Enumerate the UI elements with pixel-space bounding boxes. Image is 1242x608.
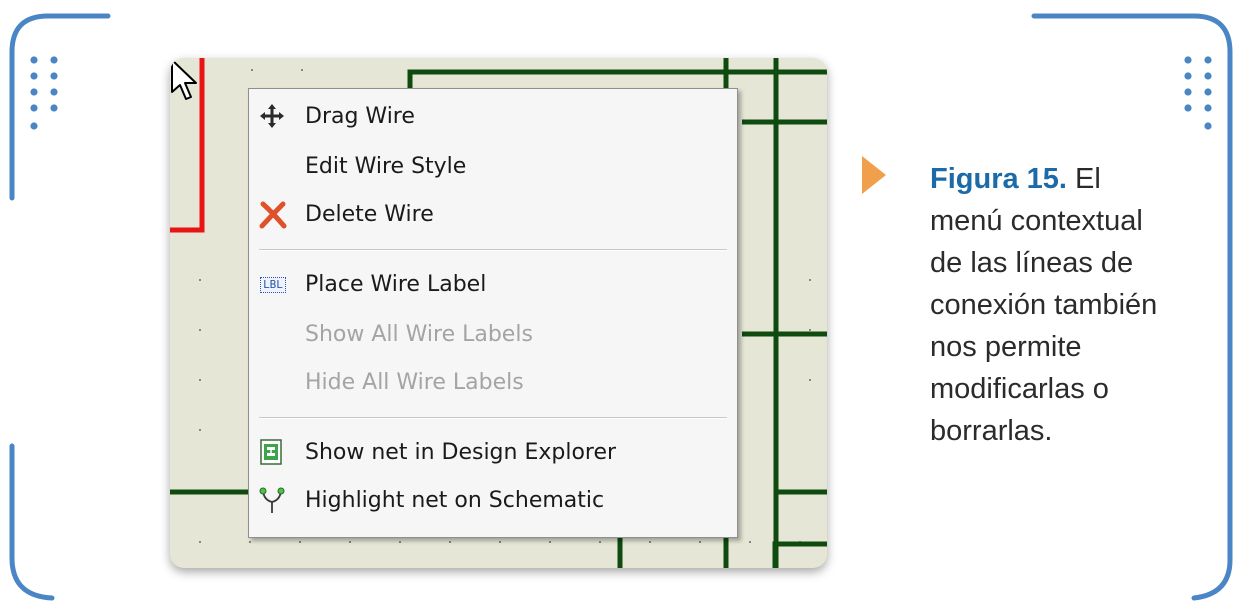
menu-item-edit-wire-style[interactable]: Edit Wire Style [249, 147, 737, 187]
schematic-screenshot: Drag Wire Edit Wire Style Delete Wire LB… [170, 58, 827, 568]
menu-item-label: Drag Wire [305, 104, 415, 129]
design-explorer-icon [259, 439, 287, 467]
menu-item-show-all-wire-labels[interactable]: Show All Wire Labels [249, 315, 737, 355]
figure-label: Figura 15. [930, 163, 1067, 195]
menu-separator [259, 249, 727, 251]
menu-item-label: Place Wire Label [305, 272, 487, 297]
menu-item-show-net-in-design-explorer[interactable]: Show net in Design Explorer [249, 433, 737, 473]
mouse-cursor-icon [171, 59, 197, 100]
menu-item-place-wire-label[interactable]: LBL Place Wire Label [249, 265, 737, 305]
menu-item-highlight-net-on-schematic[interactable]: Highlight net on Schematic [249, 481, 737, 521]
menu-item-label: Delete Wire [305, 202, 434, 227]
highlight-net-icon [259, 487, 287, 515]
figure-caption-text: El menú contextual de las líneas de cone… [930, 163, 1158, 447]
figure-caption: Figura 15. El menú contextual de las lín… [930, 158, 1170, 452]
delete-x-icon [259, 201, 287, 229]
dots-decoration-left [30, 56, 58, 130]
caption-arrow-marker [862, 156, 886, 194]
dots-decoration-right [1184, 56, 1212, 130]
wire-label-icon: LBL [259, 271, 287, 299]
menu-item-delete-wire[interactable]: Delete Wire [249, 195, 737, 235]
menu-item-label: Show net in Design Explorer [305, 440, 617, 465]
menu-item-hide-all-wire-labels[interactable]: Hide All Wire Labels [249, 363, 737, 403]
menu-item-label: Hide All Wire Labels [305, 370, 524, 395]
menu-separator [259, 417, 727, 419]
menu-item-drag-wire[interactable]: Drag Wire [249, 97, 737, 137]
drag-move-icon [259, 103, 287, 131]
menu-item-label: Show All Wire Labels [305, 322, 533, 347]
menu-item-label: Edit Wire Style [305, 154, 467, 179]
menu-item-label: Highlight net on Schematic [305, 488, 605, 513]
context-menu: Drag Wire Edit Wire Style Delete Wire LB… [248, 88, 738, 538]
